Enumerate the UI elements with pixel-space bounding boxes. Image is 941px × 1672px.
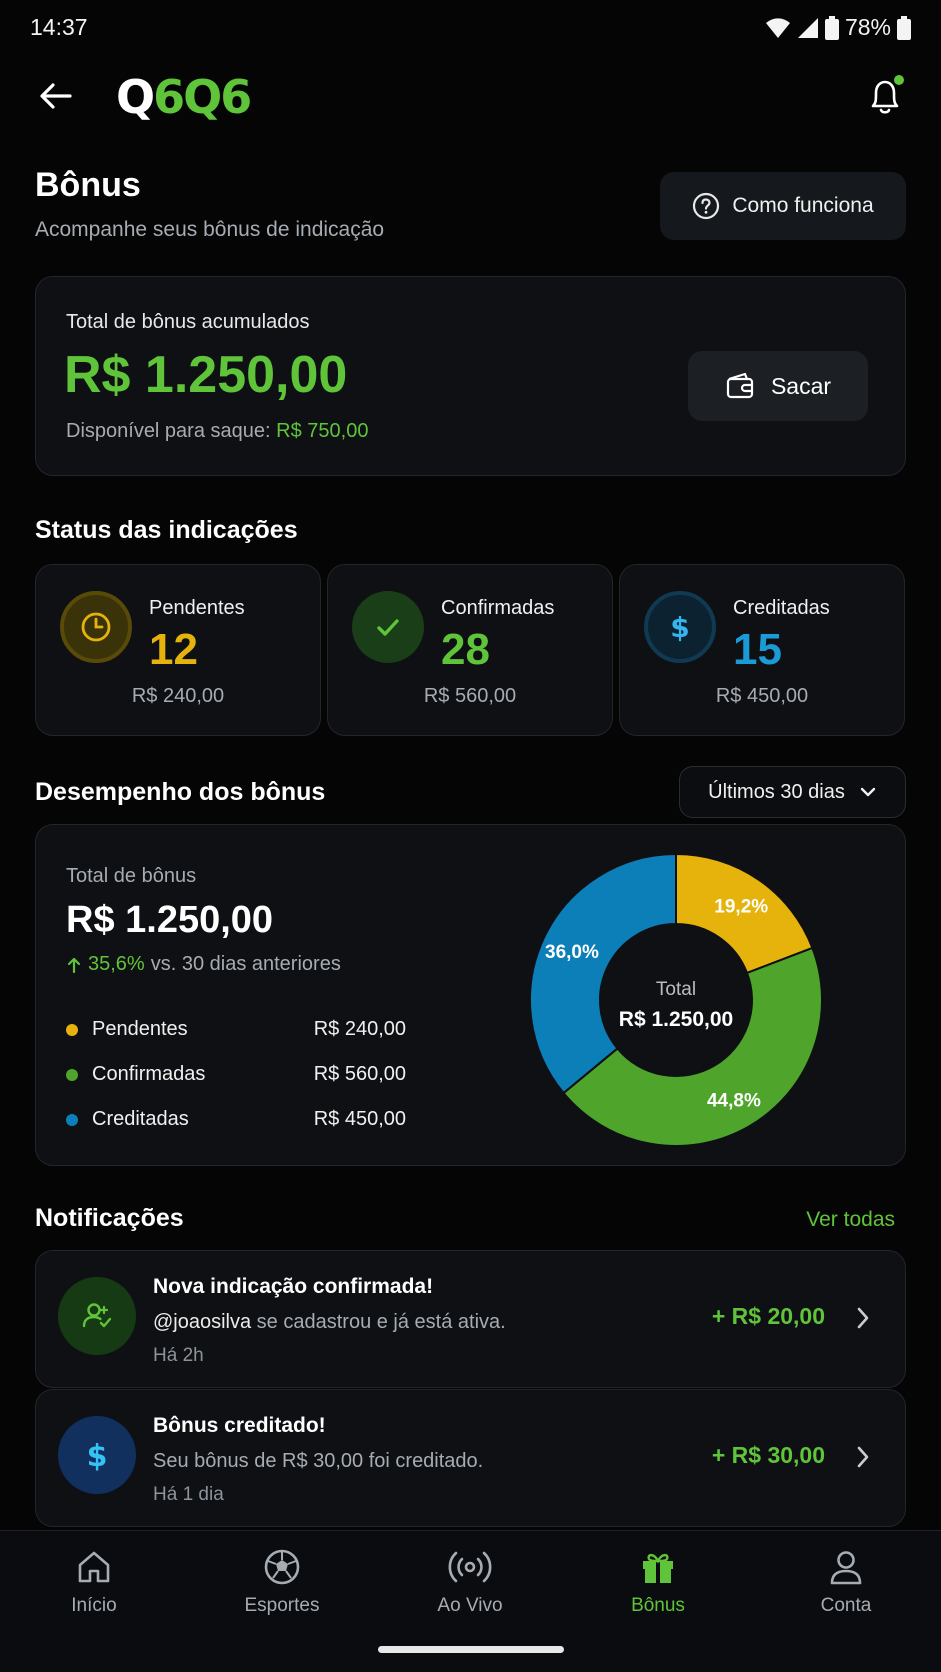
dollar-icon: $ (644, 591, 716, 663)
svg-text:$: $ (670, 611, 689, 644)
donut-center-label: Total (656, 979, 696, 1000)
available-withdraw: Disponível para saque: R$ 750,00 (66, 420, 369, 442)
tab-label: Bônus (631, 1595, 685, 1616)
total-bonus-label: Total de bônus acumulados (66, 311, 310, 333)
tab-label: Esportes (244, 1595, 320, 1616)
user-icon (830, 1551, 862, 1585)
stat-count: 12 (149, 625, 198, 674)
soccer-ball-icon (264, 1549, 300, 1585)
svg-text:$: $ (87, 1439, 108, 1473)
donut-slice-creditadas (529, 852, 677, 1095)
tab-esportes[interactable]: Esportes (222, 1547, 342, 1617)
arrow-left-icon (40, 83, 72, 109)
perf-change-text: vs. 30 dias anteriores (150, 953, 341, 975)
tab-label: Conta (820, 1595, 872, 1616)
see-all-link[interactable]: Ver todas (806, 1208, 895, 1232)
status-section-title: Status das indicações (35, 516, 298, 544)
notifications-button[interactable] (865, 74, 905, 118)
stat-card-creditadas[interactable]: $ Creditadas 15 R$ 450,00 (619, 564, 905, 736)
notifications-title: Notificações (35, 1204, 184, 1232)
home-indicator[interactable] (378, 1646, 564, 1653)
total-bonus-value: R$ 1.250,00 (64, 346, 348, 404)
available-value: R$ 750,00 (276, 420, 369, 442)
back-button[interactable] (36, 76, 76, 116)
wallet-icon (726, 372, 754, 399)
home-icon (78, 1551, 110, 1583)
status-indicators: 78% (765, 14, 911, 41)
total-bonus-card: Total de bônus acumulados R$ 1.250,00 Di… (35, 276, 906, 476)
notification-title: Bônus creditado! (153, 1414, 326, 1437)
battery-percent: 78% (844, 14, 891, 40)
how-it-works-button[interactable]: Como funciona (660, 172, 906, 240)
tab-inicio[interactable]: Início (34, 1547, 154, 1617)
page-title: Bônus (35, 166, 141, 204)
battery-icon (824, 15, 839, 40)
tab-label: Ao Vivo (437, 1595, 503, 1616)
legend-item: Confirmadas R$ 560,00 (66, 1063, 406, 1086)
perf-total-value: R$ 1.250,00 (66, 899, 274, 941)
tab-bonus[interactable]: Bônus (598, 1547, 718, 1617)
chevron-right-icon (857, 1446, 869, 1468)
status-time: 14:37 (30, 14, 88, 40)
notification-time: Há 2h (153, 1345, 204, 1366)
withdraw-button[interactable]: Sacar (688, 351, 868, 421)
logo: Q6Q6 (116, 70, 252, 124)
signal-icon (797, 17, 818, 38)
battery-icon (897, 15, 911, 40)
tab-conta[interactable]: Conta (786, 1547, 906, 1617)
stat-amount: R$ 560,00 (423, 685, 517, 707)
notification-item[interactable]: Nova indicação confirmada! @joaosilva se… (35, 1250, 906, 1388)
arrow-up-icon (67, 957, 81, 973)
help-circle-icon (693, 192, 720, 220)
tab-label: Início (71, 1595, 117, 1616)
page-subtitle: Acompanhe seus bônus de indicação (35, 218, 385, 241)
donut-slice-label: 44,8% (707, 1090, 761, 1111)
performance-card: Total de bônus R$ 1.250,00 35,6% vs. 30 … (35, 824, 906, 1166)
bell-icon (871, 75, 904, 114)
donut-slice-label: 19,2% (714, 896, 768, 917)
how-it-works-label: Como funciona (732, 194, 874, 217)
legend-item: Pendentes R$ 240,00 (66, 1018, 406, 1041)
broadcast-icon (448, 1551, 492, 1583)
period-label: Últimos 30 dias (708, 780, 845, 803)
stat-label: Pendentes (149, 597, 245, 619)
stat-label: Creditadas (733, 597, 830, 619)
legend-item: Creditadas R$ 450,00 (66, 1108, 406, 1131)
tab-ao-vivo[interactable]: Ao Vivo (410, 1547, 530, 1617)
period-dropdown[interactable]: Últimos 30 dias (679, 766, 906, 818)
stat-amount: R$ 450,00 (715, 685, 809, 707)
wifi-icon (765, 17, 790, 38)
stat-amount: R$ 240,00 (131, 685, 225, 707)
stat-count: 15 (733, 625, 782, 674)
chevron-down-icon (860, 787, 876, 797)
check-icon (352, 591, 424, 663)
donut-chart: 19,2% 44,8% 36,0% Total R$ 1.250,00 (529, 852, 823, 1147)
notification-amount: + R$ 20,00 (711, 1303, 825, 1329)
perf-total-label: Total de bônus (66, 865, 197, 887)
stat-label: Confirmadas (441, 597, 555, 619)
clock-icon (60, 591, 132, 663)
dollar-icon: $ (58, 1416, 136, 1494)
perf-change: 35,6% vs. 30 dias anteriores (66, 953, 341, 976)
notification-body: Seu bônus de R$ 30,00 foi creditado. (153, 1450, 484, 1472)
stat-count: 28 (441, 625, 490, 674)
performance-title: Desempenho dos bônus (35, 778, 326, 806)
user-add-icon (58, 1277, 136, 1355)
chevron-right-icon (857, 1307, 869, 1329)
gift-icon (643, 1553, 673, 1583)
notification-time: Há 1 dia (153, 1484, 224, 1505)
notification-title: Nova indicação confirmada! (153, 1275, 434, 1298)
withdraw-label: Sacar (770, 372, 832, 399)
donut-center-value: R$ 1.250,00 (619, 1008, 733, 1031)
donut-slice-label: 36,0% (545, 942, 599, 963)
perf-change-pct: 35,6% (88, 953, 145, 975)
stat-card-confirmadas[interactable]: Confirmadas 28 R$ 560,00 (327, 564, 613, 736)
stat-card-pendentes[interactable]: Pendentes 12 R$ 240,00 (35, 564, 321, 736)
notification-body: @joaosilva se cadastrou e já está ativa. (153, 1311, 506, 1333)
notification-amount: + R$ 30,00 (711, 1442, 825, 1468)
notification-item[interactable]: $ Bônus creditado! Seu bônus de R$ 30,00… (35, 1389, 906, 1527)
